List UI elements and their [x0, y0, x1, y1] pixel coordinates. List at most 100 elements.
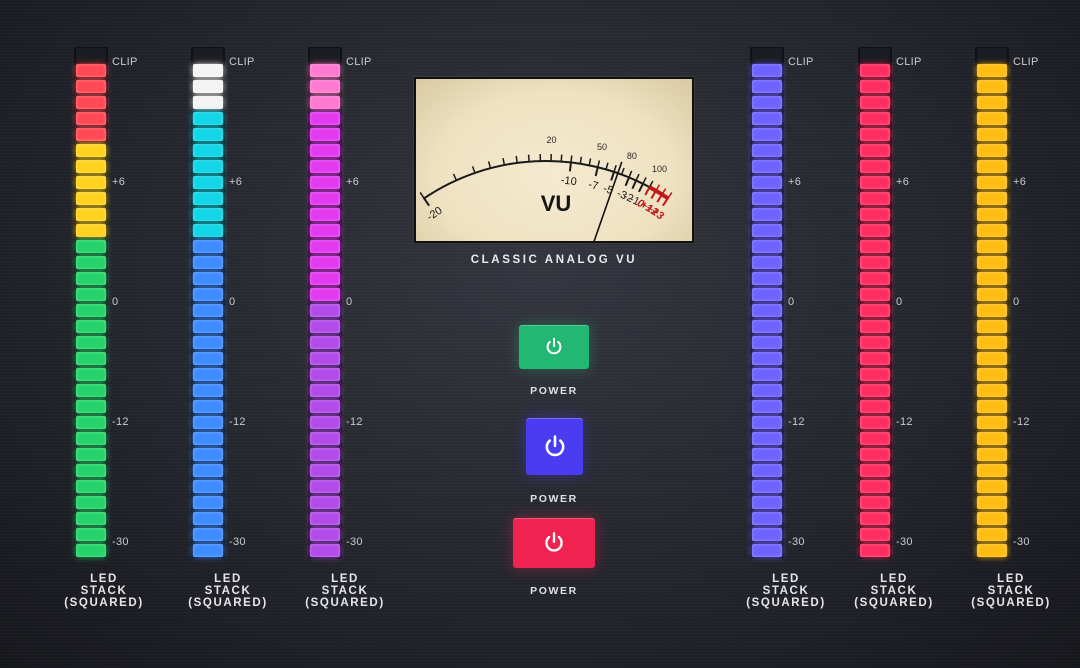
vu-tick — [452, 173, 458, 181]
led-segment — [193, 80, 223, 93]
led-segment — [977, 432, 1007, 445]
led-segment — [860, 48, 890, 61]
minus30-label: -30 — [788, 536, 805, 548]
led-segment — [310, 464, 340, 477]
vu-tick — [620, 167, 625, 175]
clip-label: CLIP — [1013, 56, 1039, 68]
vu-percent-label: 100 — [652, 164, 667, 174]
led-segment — [752, 128, 782, 141]
led-segment — [977, 80, 1007, 93]
led-segment — [310, 336, 340, 349]
led-segment — [752, 96, 782, 109]
led-segment — [76, 544, 106, 557]
led-segment — [193, 144, 223, 157]
minus12-label: -12 — [229, 416, 246, 428]
led-segment — [193, 528, 223, 541]
led-segment — [310, 80, 340, 93]
led-segment — [860, 400, 890, 413]
minus30-label: -30 — [229, 536, 246, 548]
led-segment — [977, 320, 1007, 333]
led-segment — [193, 192, 223, 205]
led-segment — [310, 160, 340, 173]
led-segment — [310, 288, 340, 301]
power-icon — [545, 434, 564, 456]
led-segment — [977, 528, 1007, 541]
led-segment — [310, 352, 340, 365]
vu-caption: CLASSIC ANALOG VU — [470, 254, 638, 266]
plus6-label: +6 — [346, 176, 360, 188]
vu-tick — [419, 192, 425, 199]
led-segment — [310, 224, 340, 237]
led-segment — [76, 320, 106, 333]
zero-label: 0 — [788, 296, 795, 308]
led-segment — [193, 48, 223, 61]
vu-percent-label: 50 — [597, 142, 607, 152]
led-segment — [193, 432, 223, 445]
minus12-label: -12 — [788, 416, 805, 428]
led-segment — [752, 384, 782, 397]
led-segment — [76, 368, 106, 381]
meter-3-label: LED STACK (SQUARED) — [305, 573, 385, 609]
led-segment — [752, 288, 782, 301]
meter-6-label: LED STACK (SQUARED) — [971, 573, 1051, 609]
led-segment — [752, 48, 782, 61]
led-segment — [752, 192, 782, 205]
led-segment — [193, 112, 223, 125]
led-segment — [76, 352, 106, 365]
led-segment — [76, 128, 106, 141]
led-segment — [76, 464, 106, 477]
led-segment — [977, 192, 1007, 205]
led-segment — [310, 304, 340, 317]
plus6-label: +6 — [788, 176, 802, 188]
led-segment — [860, 64, 890, 77]
minus12-label: -12 — [112, 416, 129, 428]
led-segment — [977, 144, 1007, 157]
plus6-label: +6 — [896, 176, 910, 188]
led-segment — [76, 224, 106, 237]
led-bar — [308, 47, 342, 559]
led-segment — [860, 96, 890, 109]
led-segment — [860, 112, 890, 125]
led-segment — [860, 432, 890, 445]
led-segment — [310, 544, 340, 557]
led-segment — [977, 512, 1007, 525]
plus6-label: +6 — [1013, 176, 1027, 188]
plus6-label: +6 — [229, 176, 243, 188]
vu-tick — [667, 192, 673, 199]
power-button-red[interactable] — [513, 518, 595, 568]
led-segment — [860, 208, 890, 221]
zero-label: 0 — [229, 296, 236, 308]
led-segment — [76, 480, 106, 493]
led-segment — [310, 528, 340, 541]
led-segment — [752, 80, 782, 93]
led-segment — [752, 176, 782, 189]
zero-label: 0 — [1013, 296, 1020, 308]
vu-major-tick — [631, 179, 638, 190]
led-segment — [752, 304, 782, 317]
led-segment — [193, 400, 223, 413]
power-button-green[interactable] — [519, 325, 589, 369]
led-segment — [977, 352, 1007, 365]
led-segment — [752, 480, 782, 493]
led-segment — [860, 416, 890, 429]
led-segment — [977, 544, 1007, 557]
led-segment — [76, 304, 106, 317]
minus30-label: -30 — [896, 536, 913, 548]
led-segment — [310, 208, 340, 221]
power-button-blue[interactable] — [526, 418, 583, 475]
led-segment — [310, 368, 340, 381]
vu-major-tick — [568, 161, 573, 172]
vu-db-label: -10 — [560, 174, 577, 188]
led-segment — [752, 528, 782, 541]
meter-5-label: LED STACK (SQUARED) — [854, 573, 934, 609]
clip-label: CLIP — [788, 56, 814, 68]
led-segment — [977, 384, 1007, 397]
led-segment — [310, 96, 340, 109]
led-segment — [76, 384, 106, 397]
led-segment — [193, 352, 223, 365]
led-segment — [977, 416, 1007, 429]
vu-tick — [515, 155, 518, 164]
led-segment — [76, 240, 106, 253]
vu-tick — [502, 157, 506, 166]
led-segment — [752, 448, 782, 461]
